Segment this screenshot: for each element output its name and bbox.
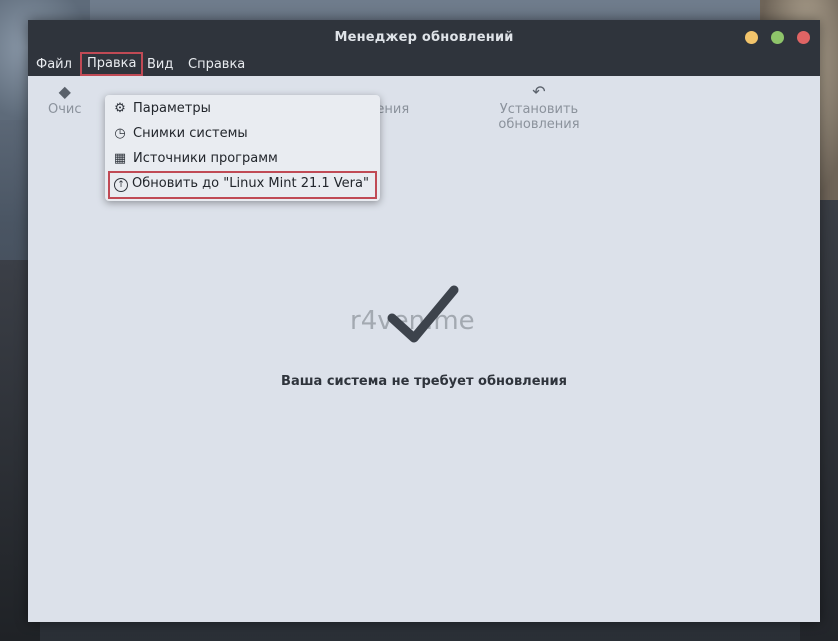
menu-item-upgrade[interactable]: ↑ Обновить до "Linux Mint 21.1 Vera" bbox=[108, 171, 377, 199]
menu-item-label: Параметры bbox=[133, 101, 211, 116]
status-area: Ваша система не требует обновления bbox=[28, 280, 820, 389]
checkmark-icon bbox=[387, 285, 459, 343]
upgrade-arrow-icon: ↑ bbox=[113, 176, 129, 192]
update-manager-window: Менеджер обновлений Файл Правка Вид Спра… bbox=[28, 20, 820, 622]
install-label: Установить обновления bbox=[498, 102, 580, 132]
menu-item-preferences[interactable]: ⚙ Параметры bbox=[107, 97, 377, 121]
clear-icon: ◆ bbox=[58, 82, 71, 101]
clear-button[interactable]: ◆ Очис bbox=[48, 82, 82, 117]
menu-item-label: Источники программ bbox=[133, 151, 278, 166]
install-updates-button[interactable]: ↶ Установить обновления bbox=[464, 82, 614, 132]
undo-arrow-icon: ↶ bbox=[532, 82, 546, 101]
clear-label: Очис bbox=[48, 102, 82, 117]
titlebar: Менеджер обновлений Файл Правка Вид Спра… bbox=[28, 20, 820, 76]
menu-item-label: Обновить до "Linux Mint 21.1 Vera" bbox=[132, 176, 369, 191]
menubar: Файл Правка Вид Справка bbox=[28, 52, 820, 76]
software-sources-icon: ▦ bbox=[113, 151, 127, 166]
edit-menu-dropdown: ⚙ Параметры ◷ Снимки системы ▦ Источники… bbox=[105, 95, 380, 201]
minimize-button[interactable] bbox=[745, 31, 758, 44]
menu-help[interactable]: Справка bbox=[188, 54, 245, 76]
close-button[interactable] bbox=[797, 31, 810, 44]
maximize-button[interactable] bbox=[771, 31, 784, 44]
menu-item-label: Снимки системы bbox=[133, 126, 248, 141]
menu-file[interactable]: Файл bbox=[36, 54, 72, 76]
window-title: Менеджер обновлений bbox=[334, 30, 514, 45]
menu-item-snapshots[interactable]: ◷ Снимки системы bbox=[107, 122, 377, 146]
menu-edit[interactable]: Правка bbox=[80, 52, 144, 76]
clock-icon: ◷ bbox=[114, 126, 126, 141]
status-message: Ваша система не требует обновления bbox=[281, 374, 567, 389]
menu-view[interactable]: Вид bbox=[147, 54, 173, 76]
menu-item-software-sources[interactable]: ▦ Источники программ bbox=[107, 147, 377, 171]
preferences-icon: ⚙ bbox=[114, 101, 126, 116]
